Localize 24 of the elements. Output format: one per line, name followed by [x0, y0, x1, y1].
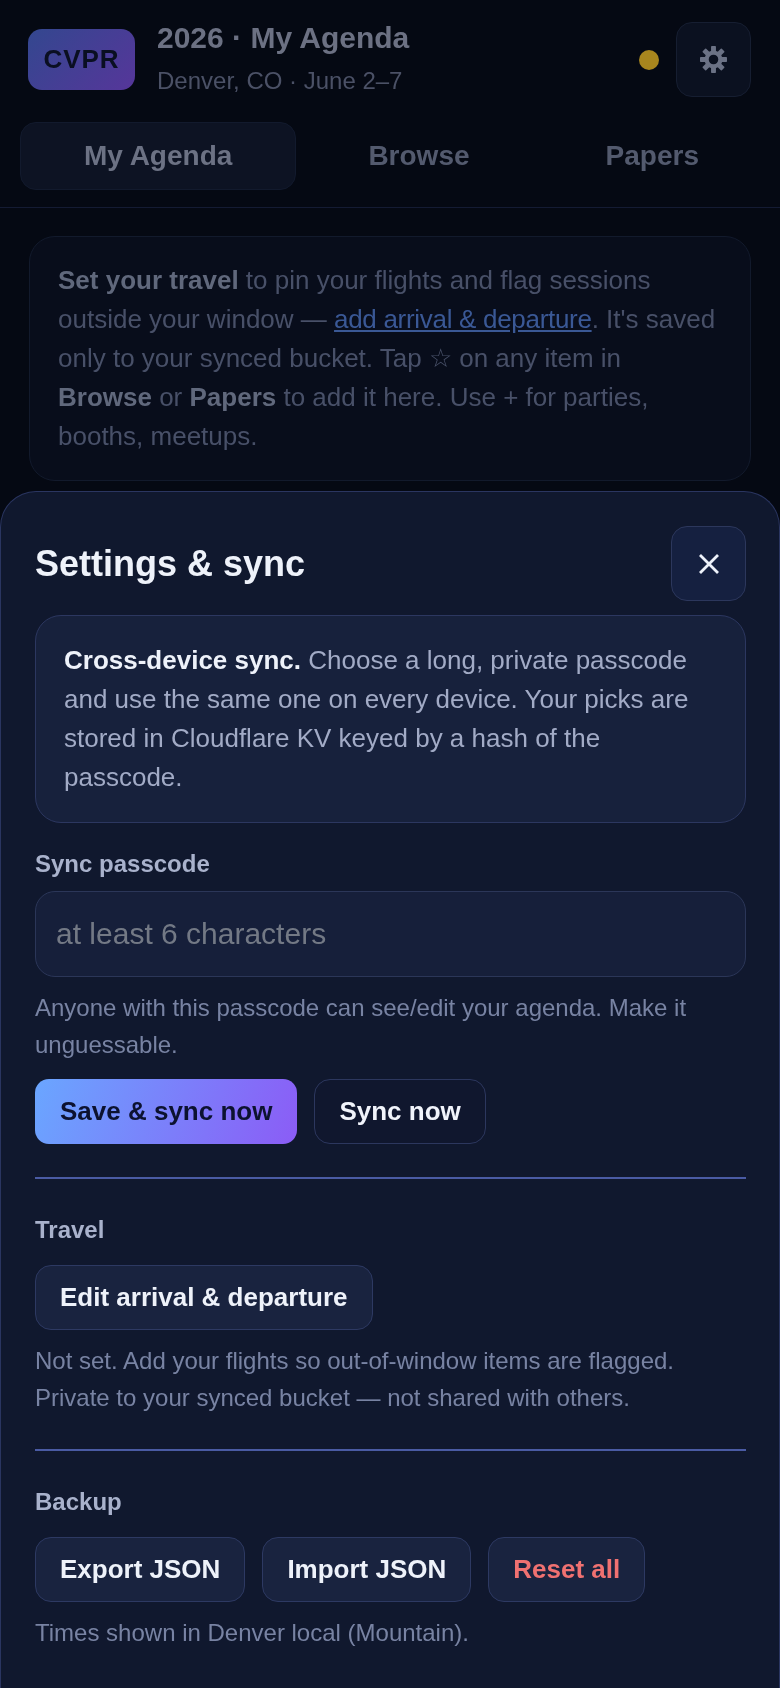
notice-text: Set your travel to pin your flights and flag sessions outside your window — add arrival & departure. It's saved only to your synced bucket. Tap ☆ on any item in Browse or Papers to add it here. Use + for parties, booths, meetups. [58, 264, 717, 453]
reset-button[interactable]: Reset all [488, 1537, 646, 1602]
sync-now-button[interactable]: Sync now [314, 1079, 486, 1144]
event-subtitle: Denver, CO · June 2–7 [157, 65, 404, 96]
sheet-title: Settings & sync [35, 542, 306, 585]
settings-icon [700, 46, 727, 73]
edit-travel-button[interactable]: Edit arrival & departure [35, 1265, 373, 1330]
passcode-hint: Anyone with this passcode can see/edit your agenda. Make it unguessable. [35, 993, 688, 1060]
tab[interactable]: My Agenda [20, 122, 297, 190]
settings-button[interactable] [676, 22, 751, 97]
export-button[interactable]: Export JSON [35, 1537, 246, 1602]
close-button[interactable] [671, 526, 746, 601]
app-logo: CVPR [28, 29, 135, 90]
save-sync-button[interactable]: Save & sync now [35, 1079, 298, 1144]
travel-label: Travel [35, 1216, 105, 1244]
timezone-note: Times shown in Denver local (Mountain). [35, 1618, 470, 1648]
close-icon [697, 552, 720, 575]
passcode-label: Sync passcode [35, 850, 210, 878]
agenda-title: 2026 · My Agenda [157, 19, 411, 56]
backup-label: Backup [35, 1488, 122, 1516]
passcode-field[interactable]: at least 6 characters [35, 891, 746, 977]
sync-info-text: Cross-device sync. Choose a long, private passcode and use the same one on every device. Your picks are stored in Cloudflare KV keyed by a hash of the passcode. [64, 644, 690, 794]
travel-hint: Not set. Add your flights so out-of-window items are flagged. Private to your synced bucket — not shared with others. [35, 1346, 675, 1413]
import-button[interactable]: Import JSON [262, 1537, 472, 1602]
